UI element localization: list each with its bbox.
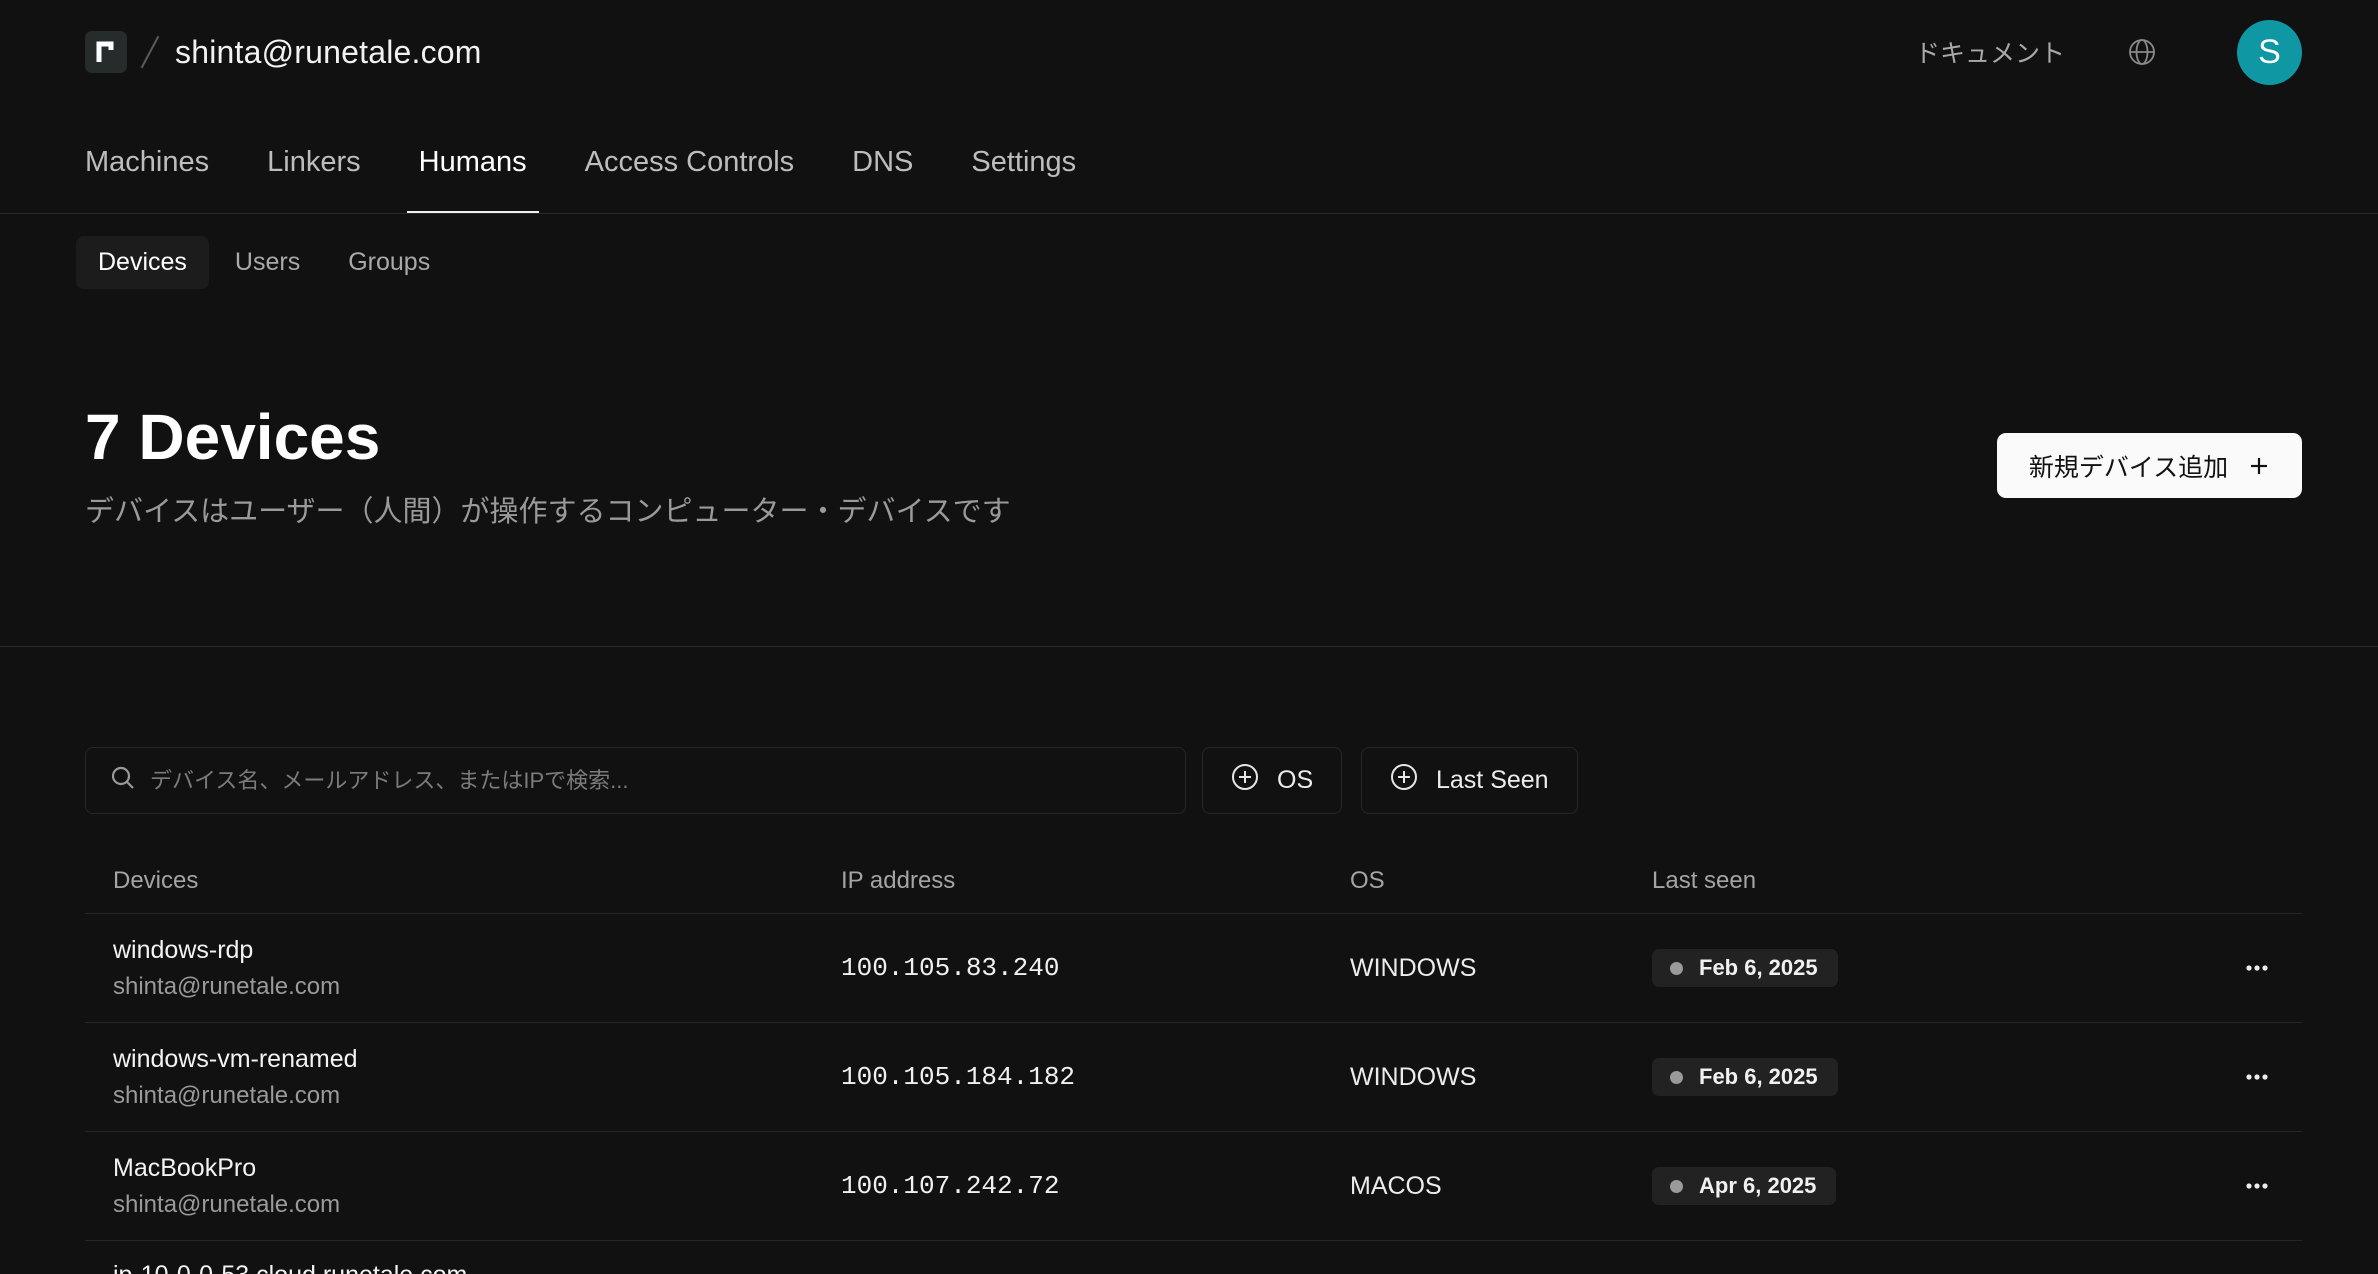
table-row[interactable]: ip-10-0-0-53.cloud.runetale.com	[85, 1241, 2302, 1274]
add-device-button[interactable]: 新規デバイス追加	[1997, 433, 2302, 498]
last-seen-date: Feb 6, 2025	[1699, 955, 1818, 980]
tab-linkers[interactable]: Linkers	[267, 134, 361, 214]
status-dot	[1670, 1179, 1683, 1193]
last-seen-filter-button[interactable]: Last Seen	[1361, 747, 1578, 814]
column-header-os[interactable]: OS	[1350, 867, 1652, 895]
device-name[interactable]: MacBookPro	[113, 1154, 841, 1183]
device-ip: 100.107.242.72	[841, 1171, 1060, 1201]
device-owner: shinta@runetale.com	[113, 1081, 341, 1109]
last-seen-badge: Feb 6, 2025	[1652, 949, 1838, 987]
search-box[interactable]	[85, 747, 1186, 814]
avatar[interactable]: S	[2237, 19, 2302, 85]
globe-icon[interactable]	[2127, 37, 2157, 67]
add-device-label: 新規デバイス追加	[2028, 453, 2229, 482]
device-ip: 100.105.184.182	[841, 1062, 1076, 1092]
os-filter-label: OS	[1277, 766, 1314, 794]
more-actions-icon[interactable]	[2237, 1057, 2277, 1097]
page: shinta@runetale.com ドキュメント S Machines Li…	[0, 0, 2378, 1274]
device-ip: 100.105.83.240	[841, 953, 1060, 983]
device-name[interactable]: windows-vm-renamed	[113, 1045, 841, 1074]
account-email: shinta@runetale.com	[175, 33, 482, 70]
device-owner: shinta@runetale.com	[113, 1190, 341, 1218]
device-name[interactable]: ip-10-0-0-53.cloud.runetale.com	[113, 1261, 841, 1274]
runetale-logo[interactable]	[85, 31, 127, 73]
plus-icon	[2248, 455, 2270, 477]
device-os: WINDOWS	[1350, 1062, 1477, 1091]
devices-table: Devices IP address OS Last seen windows-…	[85, 848, 2302, 1274]
tab-machines[interactable]: Machines	[85, 134, 209, 214]
last-seen-badge: Feb 6, 2025	[1652, 1058, 1838, 1096]
page-title: 7 Devices	[85, 401, 381, 473]
last-seen-date: Feb 6, 2025	[1699, 1064, 1818, 1089]
column-header-devices[interactable]: Devices	[85, 867, 841, 895]
table-row[interactable]: MacBookPro shinta@runetale.com 100.107.2…	[85, 1132, 2302, 1241]
status-dot	[1670, 1070, 1683, 1084]
table-row[interactable]: windows-vm-renamed shinta@runetale.com 1…	[85, 1023, 2302, 1132]
tab-settings[interactable]: Settings	[971, 134, 1076, 214]
status-dot	[1670, 961, 1683, 975]
column-header-last-seen[interactable]: Last seen	[1652, 867, 2212, 895]
logo-glyph	[96, 41, 114, 62]
plus-circle-icon	[1390, 763, 1418, 798]
tab-access-controls[interactable]: Access Controls	[585, 134, 795, 214]
tab-dns[interactable]: DNS	[852, 134, 913, 214]
column-header-ip[interactable]: IP address	[841, 867, 1350, 895]
breadcrumb-separator	[140, 35, 160, 69]
last-seen-date: Apr 6, 2025	[1699, 1173, 1817, 1198]
last-seen-badge: Apr 6, 2025	[1652, 1167, 1837, 1205]
table-header: Devices IP address OS Last seen	[85, 848, 2302, 914]
subtab-groups[interactable]: Groups	[326, 236, 452, 289]
main-nav: Machines Linkers Humans Access Controls …	[85, 134, 1134, 214]
docs-link[interactable]: ドキュメント	[1915, 34, 2065, 70]
tab-humans[interactable]: Humans	[406, 134, 539, 214]
section-divider	[0, 646, 2378, 647]
more-actions-icon[interactable]	[2237, 948, 2277, 988]
nav-divider	[0, 213, 2378, 214]
device-os: WINDOWS	[1350, 953, 1477, 982]
subtab-devices[interactable]: Devices	[76, 236, 209, 289]
top-bar: shinta@runetale.com ドキュメント S	[85, 18, 2302, 86]
device-owner: shinta@runetale.com	[113, 972, 341, 1000]
device-name[interactable]: windows-rdp	[113, 936, 841, 965]
os-filter-button[interactable]: OS	[1202, 747, 1343, 814]
subtab-users[interactable]: Users	[213, 236, 322, 289]
device-os: MACOS	[1350, 1171, 1442, 1200]
search-input[interactable]	[150, 767, 1185, 794]
last-seen-filter-label: Last Seen	[1436, 766, 1549, 794]
plus-circle-icon	[1231, 763, 1259, 798]
table-row[interactable]: windows-rdp shinta@runetale.com 100.105.…	[85, 914, 2302, 1023]
search-icon	[110, 765, 136, 796]
sub-nav: Devices Users Groups	[76, 236, 452, 289]
more-actions-icon[interactable]	[2237, 1166, 2277, 1206]
page-subtitle: デバイスはユーザー（人間）が操作するコンピューター・デバイスです	[85, 496, 1011, 528]
